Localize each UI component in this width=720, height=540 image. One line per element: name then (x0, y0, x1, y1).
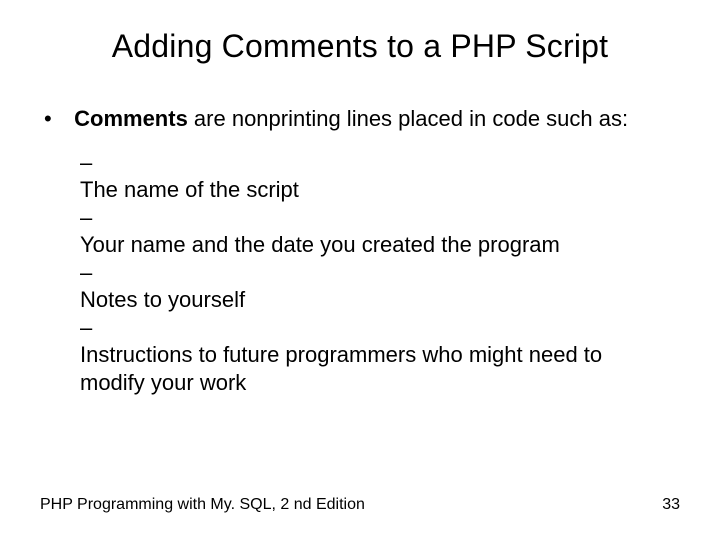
sub-item: – Notes to yourself (80, 259, 680, 314)
sub-text: Your name and the date you created the p… (80, 231, 660, 259)
bullet-bold: Comments (74, 106, 188, 131)
page-number: 33 (662, 496, 680, 514)
dash-icon: – (80, 149, 100, 177)
bullet-marker: • (44, 105, 68, 133)
sub-item: – Your name and the date you created the… (80, 204, 680, 259)
sub-text: The name of the script (80, 176, 660, 204)
slide-content: • Comments are nonprinting lines placed … (40, 105, 680, 396)
sub-text: Notes to yourself (80, 286, 660, 314)
slide: Adding Comments to a PHP Script • Commen… (0, 0, 720, 540)
footer-left: PHP Programming with My. SQL, 2 nd Editi… (40, 496, 365, 514)
dash-icon: – (80, 314, 100, 342)
bullet-main: • Comments are nonprinting lines placed … (44, 105, 680, 133)
sub-item: – Instructions to future programmers who… (80, 314, 680, 397)
dash-icon: – (80, 259, 100, 287)
bullet-rest: are nonprinting lines placed in code suc… (188, 106, 628, 131)
sub-bullets: – The name of the script – Your name and… (80, 149, 680, 397)
dash-icon: – (80, 204, 100, 232)
slide-footer: PHP Programming with My. SQL, 2 nd Editi… (40, 496, 680, 514)
bullet-text: Comments are nonprinting lines placed in… (74, 105, 674, 133)
sub-item: – The name of the script (80, 149, 680, 204)
slide-title: Adding Comments to a PHP Script (40, 28, 680, 65)
sub-text: Instructions to future programmers who m… (80, 341, 660, 396)
